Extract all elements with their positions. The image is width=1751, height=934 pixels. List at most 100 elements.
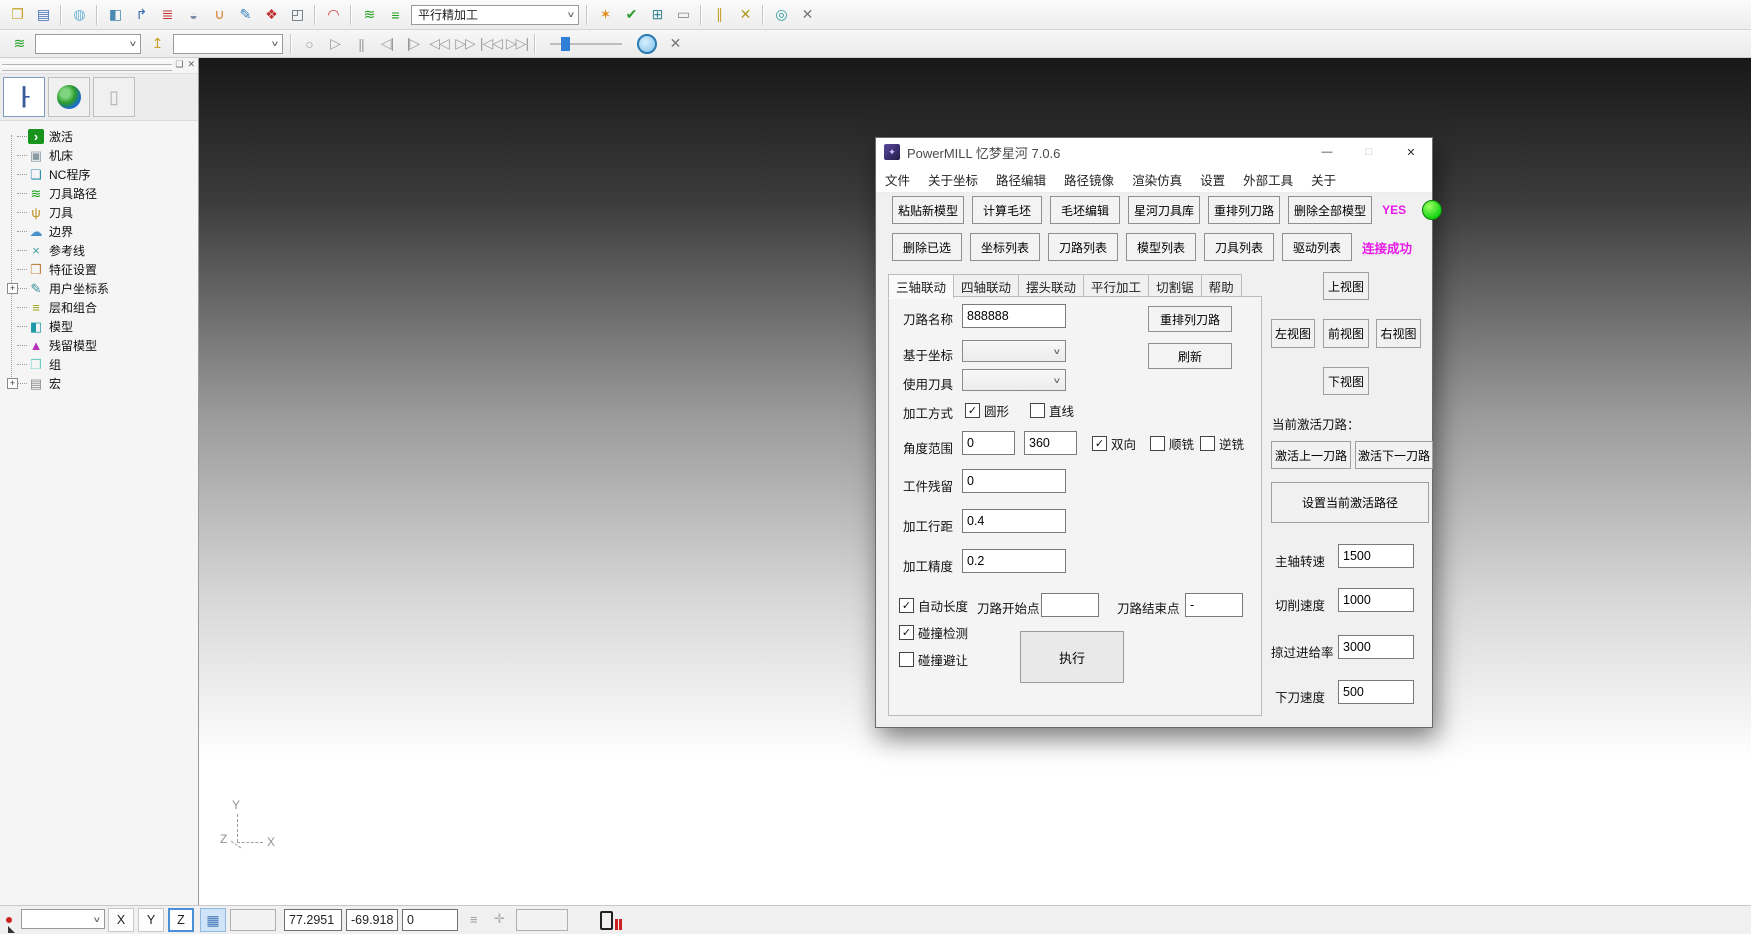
use-tool-combo[interactable]: ∨ bbox=[962, 369, 1066, 391]
raster-toolpath-icon[interactable]: ↱ bbox=[128, 4, 154, 26]
tool-list-button[interactable]: 刀具列表 bbox=[1204, 233, 1274, 261]
delete-selected-button[interactable]: 删除已选 bbox=[892, 233, 962, 261]
minimize-button[interactable]: — bbox=[1306, 138, 1348, 166]
activate-previous-toolpath-button[interactable]: 激活上一刀路 bbox=[1271, 441, 1351, 469]
ruler-icon[interactable]: ▭ bbox=[670, 4, 696, 26]
spindle-speed-input[interactable] bbox=[1338, 544, 1414, 568]
toolbar-close-icon[interactable]: ✕ bbox=[662, 33, 688, 55]
tree-item-machine-tool[interactable]: ▣机床 bbox=[6, 146, 198, 165]
toolpath-spiral-icon[interactable]: ≋ bbox=[6, 33, 32, 55]
right-view-button[interactable]: 右视图 bbox=[1376, 319, 1421, 348]
step-forward-icon[interactable]: |▷ bbox=[400, 33, 426, 55]
pattern-icon[interactable]: ✎ bbox=[232, 4, 258, 26]
stock-allowance-input[interactable] bbox=[962, 469, 1066, 493]
slider-handle[interactable] bbox=[561, 37, 570, 51]
menu-external-tools[interactable]: 外部工具 bbox=[1234, 170, 1302, 189]
plunge-speed-input[interactable] bbox=[1338, 680, 1414, 704]
tab-saw[interactable]: 切割锯 bbox=[1149, 274, 1202, 298]
status-combo[interactable]: ∨ bbox=[21, 909, 105, 929]
panel-float-icon[interactable]: ❏ bbox=[175, 59, 183, 70]
plot-pot-icon[interactable]: ◍ bbox=[66, 4, 92, 26]
tool-ball-icon[interactable]: ◒ bbox=[180, 4, 206, 26]
tab-world[interactable] bbox=[48, 77, 90, 117]
line-checkbox[interactable]: 直线 bbox=[1030, 401, 1074, 420]
angle-to-input[interactable] bbox=[1024, 431, 1077, 455]
compute-block-button[interactable]: 计算毛坯 bbox=[972, 196, 1042, 224]
fast-forward-icon[interactable]: ▷▷ bbox=[452, 33, 478, 55]
toolpath-list-button[interactable]: 刀路列表 bbox=[1048, 233, 1118, 261]
status-empty-field-2[interactable] bbox=[516, 909, 568, 931]
machining-strategy-combo[interactable]: 平行精加工∨ bbox=[411, 5, 579, 25]
panel-dock-strip[interactable]: ❏ ✕ bbox=[0, 58, 198, 74]
tool-star-icon[interactable]: ✶ bbox=[592, 4, 618, 26]
toolbar-close-icon[interactable]: ✕ bbox=[794, 4, 820, 26]
tab-three-axis[interactable]: 三轴联动 bbox=[888, 274, 954, 299]
menu-file[interactable]: 文件 bbox=[876, 170, 919, 189]
grid-snap-icon[interactable]: ▦ bbox=[200, 908, 226, 932]
tree-item-feature-sets[interactable]: ❒特征设置 bbox=[6, 260, 198, 279]
tree-item-layers-and-combinations[interactable]: ≡层和组合 bbox=[6, 298, 198, 317]
tree-item-macros[interactable]: +▤宏 bbox=[6, 374, 198, 393]
expand-plus-icon[interactable]: + bbox=[7, 283, 18, 294]
rewind-icon[interactable]: ◁◁ bbox=[426, 33, 452, 55]
skim-feed-input[interactable] bbox=[1338, 635, 1414, 659]
stepover-input[interactable] bbox=[962, 509, 1066, 533]
cutting-speed-input[interactable] bbox=[1338, 588, 1414, 612]
conventional-checkbox[interactable]: 逆铣 bbox=[1200, 434, 1244, 453]
angle-from-input[interactable] bbox=[962, 431, 1015, 455]
calculator-icon[interactable]: ⊞ bbox=[644, 4, 670, 26]
galaxy-tool-library-button[interactable]: 星河刀具库 bbox=[1128, 196, 1200, 224]
status-empty-field[interactable] bbox=[230, 909, 276, 931]
coordinate-y-field[interactable]: -69.918 bbox=[346, 909, 398, 931]
tree-item-workplanes[interactable]: +✎用户坐标系 bbox=[6, 279, 198, 298]
tree-item-stock-models[interactable]: ▲残留模型 bbox=[6, 336, 198, 355]
menu-settings[interactable]: 设置 bbox=[1191, 170, 1234, 189]
menu-about[interactable]: 关于 bbox=[1302, 170, 1345, 189]
tree-item-toolpaths[interactable]: ≋刀具路径 bbox=[6, 184, 198, 203]
expand-plus-icon[interactable]: + bbox=[7, 378, 18, 389]
simulation-speed-slider[interactable] bbox=[550, 35, 622, 53]
model-list-button[interactable]: 模型列表 bbox=[1126, 233, 1196, 261]
set-active-path-button[interactable]: 设置当前激活路径 bbox=[1271, 482, 1429, 523]
tree-item-models[interactable]: ◧模型 bbox=[6, 317, 198, 336]
left-view-button[interactable]: 左视图 bbox=[1271, 319, 1315, 348]
window-titlebar[interactable]: ✦ PowerMILL 忆梦星河 7.0.6 — □ ✕ bbox=[876, 138, 1432, 166]
toolpath-spiral-icon[interactable]: ≋ bbox=[356, 4, 382, 26]
end-point-input[interactable] bbox=[1185, 593, 1243, 617]
start-point-input[interactable] bbox=[1041, 593, 1099, 617]
menu-about-coordinates[interactable]: 关于坐标 bbox=[919, 170, 987, 189]
circle-checkbox[interactable]: ✓圆形 bbox=[965, 401, 1009, 420]
tab-help[interactable]: 帮助 bbox=[1202, 274, 1242, 298]
front-view-button[interactable]: 前视图 bbox=[1323, 319, 1369, 348]
tool-pair-icon[interactable]: ∥ bbox=[706, 4, 732, 26]
x-axis-button[interactable]: X bbox=[108, 908, 134, 932]
tree-item-boundaries[interactable]: ☁边界 bbox=[6, 222, 198, 241]
collision-check-checkbox[interactable]: ✓碰撞检测 bbox=[899, 623, 968, 642]
refresh-button[interactable]: 刷新 bbox=[1148, 343, 1232, 369]
tolerance-input[interactable] bbox=[962, 549, 1066, 573]
toolpath-select-combo[interactable]: ∨ bbox=[35, 34, 141, 54]
close-button[interactable]: ✕ bbox=[1390, 138, 1432, 166]
tool-select-combo[interactable]: ∨ bbox=[173, 34, 283, 54]
pause-icon[interactable]: || bbox=[348, 33, 374, 55]
tree-item-patterns[interactable]: ×参考线 bbox=[6, 241, 198, 260]
menu-render-simulation[interactable]: 渲染仿真 bbox=[1123, 170, 1191, 189]
light-bulb-icon[interactable]: ○ bbox=[296, 33, 322, 55]
y-axis-button[interactable]: Y bbox=[138, 908, 164, 932]
coordinate-z-field[interactable]: 0 bbox=[402, 909, 458, 931]
feature-set-icon[interactable]: ❖ bbox=[258, 4, 284, 26]
tree-item-activate[interactable]: ›激活 bbox=[6, 127, 198, 146]
block-edit-button[interactable]: 毛坯编辑 bbox=[1050, 196, 1120, 224]
resort-toolpaths-small-button[interactable]: 重排列刀路 bbox=[1148, 306, 1232, 332]
bidirectional-checkbox[interactable]: ✓双向 bbox=[1092, 434, 1136, 453]
z-axis-button[interactable]: Z bbox=[168, 908, 194, 932]
tool-check-icon[interactable]: ✔ bbox=[618, 4, 644, 26]
execute-button[interactable]: 执行 bbox=[1020, 631, 1124, 683]
drive-list-button[interactable]: 驱动列表 bbox=[1282, 233, 1352, 261]
activate-next-toolpath-button[interactable]: 激活下一刀路 bbox=[1355, 441, 1433, 469]
tool-holder-icon[interactable]: ◠ bbox=[320, 4, 346, 26]
collision-avoid-checkbox[interactable]: 碰撞避让 bbox=[899, 650, 968, 669]
bottom-view-button[interactable]: 下视图 bbox=[1323, 367, 1369, 395]
maximize-button[interactable]: □ bbox=[1348, 138, 1390, 166]
multi-axis-icon[interactable]: ✕ bbox=[732, 4, 758, 26]
